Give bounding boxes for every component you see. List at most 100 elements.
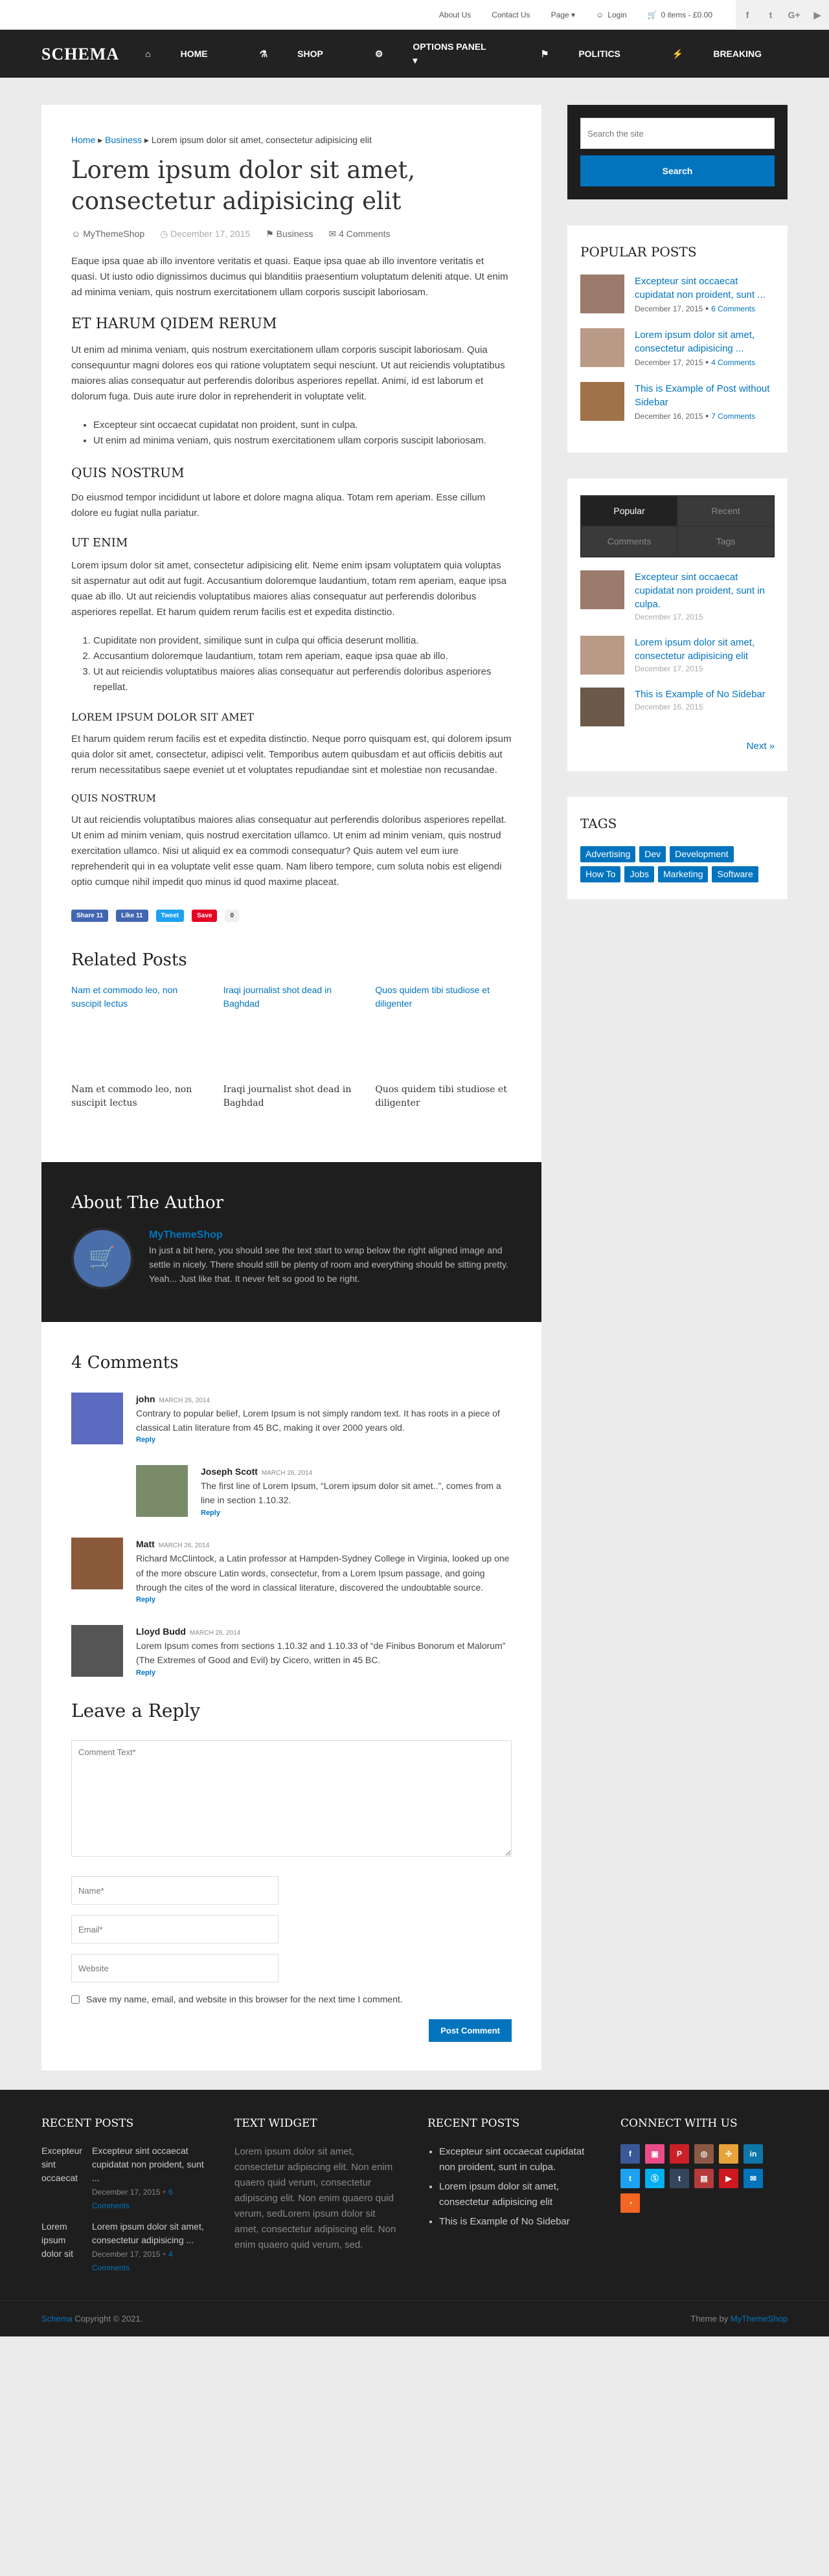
tab-tags[interactable]: Tags <box>677 526 774 557</box>
reply-link[interactable]: Reply <box>136 1668 512 1679</box>
breadcrumb-category[interactable]: Business <box>105 135 142 145</box>
tab-bar: Popular Recent Comments Tags <box>580 495 775 557</box>
post-link[interactable]: Excepteur sint occaecat cupidatat non pr… <box>439 2144 595 2175</box>
email-field[interactable] <box>71 1915 278 1944</box>
tag-link[interactable]: Development <box>670 846 734 862</box>
email-icon[interactable]: ✉ <box>744 2168 763 2188</box>
name-field[interactable] <box>71 1876 278 1905</box>
copyright-brand-link[interactable]: Schema <box>41 2314 73 2324</box>
footer-text: Lorem ipsum dolor sit amet, consectetur … <box>234 2145 396 2250</box>
post-comment-button[interactable]: Post Comment <box>429 2019 512 2043</box>
tag-link[interactable]: Advertising <box>580 846 636 862</box>
author-name[interactable]: MyThemeShop <box>149 1227 512 1243</box>
post-link[interactable]: Lorem ipsum dolor sit amet, consectetur … <box>635 636 775 663</box>
related-post-link[interactable]: Nam et commodo leo, non suscipit lectus <box>71 983 208 1068</box>
dribbble-icon[interactable]: ▣ <box>645 2144 664 2164</box>
post-comments-count[interactable]: ✉ 4 Comments <box>328 227 390 241</box>
yelp-icon[interactable]: ✣ <box>719 2144 738 2164</box>
facebook-icon[interactable]: f <box>620 2144 640 2164</box>
facebook-icon[interactable]: f <box>736 0 759 30</box>
tag-link[interactable]: Jobs <box>624 866 655 882</box>
breadcrumb-home[interactable]: Home <box>71 135 95 145</box>
post-thumbnail[interactable] <box>580 688 624 726</box>
cart-link[interactable]: 🛒 0 items - £0.00 <box>648 9 712 21</box>
top-nav-about[interactable]: About Us <box>439 9 471 21</box>
theme-credit-link[interactable]: MyThemeShop <box>731 2314 788 2324</box>
twitter-icon[interactable]: t <box>759 0 782 30</box>
comment-text: Lorem Ipsum comes from sections 1.10.32 … <box>136 1640 506 1666</box>
twitter-icon[interactable]: t <box>620 2168 640 2188</box>
youtube-icon[interactable]: ▶ <box>806 0 829 30</box>
post-link[interactable]: Lorem ipsum dolor sit amet, consectetur … <box>92 2220 209 2247</box>
tag-link[interactable]: Software <box>712 866 758 882</box>
post-thumbnail[interactable] <box>580 636 624 675</box>
tag-link[interactable]: Dev <box>639 846 666 862</box>
post-thumbnail[interactable] <box>580 328 624 367</box>
share-buttons: Share 11 Like 11 Tweet Save 0 <box>71 909 512 922</box>
post-link[interactable]: Excepteur sint occaecat cupidatat non pr… <box>92 2144 209 2185</box>
site-logo[interactable]: SCHEMA <box>41 41 119 67</box>
post-link[interactable]: Excepteur sint occaecat cupidatat non pr… <box>635 274 775 302</box>
post-thumbnail-alt[interactable]: Lorem ipsum dolor sit amet, consectetur <box>41 2220 87 2261</box>
related-posts: Related Posts Nam et commodo leo, non su… <box>71 948 512 1134</box>
top-nav-contact[interactable]: Contact Us <box>492 9 530 21</box>
comment: Lloyd Budd MARCH 26, 2014 Lorem Ipsum com… <box>71 1624 512 1679</box>
linkedin-icon[interactable]: in <box>744 2144 763 2164</box>
post-author[interactable]: ☺ MyThemeShop <box>71 227 144 241</box>
theme-credit: Theme by MyThemeShop <box>690 2313 788 2324</box>
related-post-link[interactable]: Quos quidem tibi studiose et diligenter <box>375 983 512 1068</box>
post-comments[interactable]: 4 Comments <box>711 358 755 367</box>
post-link[interactable]: Lorem ipsum dolor sit amet, consectetur … <box>439 2179 595 2210</box>
google-plus-icon[interactable]: G+ <box>782 0 806 30</box>
pinterest-icon[interactable]: P <box>670 2144 689 2164</box>
post-comments[interactable]: 6 Comments <box>711 304 755 313</box>
consent-checkbox[interactable] <box>71 1995 80 2004</box>
search-button[interactable]: Search <box>580 155 775 186</box>
post-link[interactable]: Excepteur sint occaecat cupidatat non pr… <box>635 570 775 611</box>
nav-breaking[interactable]: ⚡ Breaking <box>646 40 788 67</box>
post-link[interactable]: This is Example of Post without Sidebar <box>635 382 775 409</box>
login-link[interactable]: ☺ Login <box>596 9 627 21</box>
post-comments[interactable]: 7 Comments <box>711 412 755 421</box>
comments-section: 4 Comments john MARCH 26, 2014 Contrary t… <box>41 1321 541 2071</box>
reply-link[interactable]: Reply <box>201 1508 512 1519</box>
comment-textarea[interactable] <box>71 1740 512 1857</box>
search-input[interactable] <box>580 118 775 149</box>
rss-icon[interactable]: ◔ <box>620 2193 640 2213</box>
flickr-icon[interactable]: ▤ <box>694 2168 714 2188</box>
tag-link[interactable]: How To <box>580 866 621 882</box>
tag-link[interactable]: Marketing <box>658 866 709 882</box>
tab-recent[interactable]: Recent <box>677 496 774 526</box>
instagram-icon[interactable]: ◎ <box>694 2144 714 2164</box>
website-field[interactable] <box>71 1954 278 1983</box>
post-thumbnail-alt[interactable]: Excepteur sint occaecat cupidatat non <box>41 2144 87 2186</box>
related-post-link[interactable]: Iraqi journalist shot dead in Baghdad <box>223 983 360 1068</box>
pinterest-save-button[interactable]: Save <box>192 909 218 922</box>
post-link[interactable]: Lorem ipsum dolor sit amet, consectetur … <box>635 328 775 355</box>
post-thumbnail[interactable] <box>580 570 624 609</box>
sidebar: Search Popular Posts Excepteur sint occa… <box>567 105 788 925</box>
tab-comments[interactable]: Comments <box>581 526 677 557</box>
reply-link[interactable]: Reply <box>136 1595 512 1606</box>
bolt-icon: ⚡ <box>672 48 684 59</box>
list-item: This is Example of Post without Sidebar D… <box>580 382 775 423</box>
nav-options-panel[interactable]: ⚙ Options Panel ▾ <box>349 40 515 67</box>
next-link[interactable]: Next » <box>580 739 775 754</box>
skype-icon[interactable]: Ⓢ <box>645 2168 664 2188</box>
tab-popular[interactable]: Popular <box>581 496 677 526</box>
youtube-icon[interactable]: ▶ <box>719 2168 738 2188</box>
post-link[interactable]: This is Example of No Sidebar <box>439 2214 595 2230</box>
facebook-like-button[interactable]: Like 11 <box>116 909 148 922</box>
tumblr-icon[interactable]: t <box>670 2168 689 2188</box>
nav-home[interactable]: ⌂ Home <box>119 40 233 67</box>
post-thumbnail[interactable] <box>580 382 624 421</box>
nav-shop[interactable]: ⚗ Shop <box>234 40 349 67</box>
post-link[interactable]: This is Example of No Sidebar <box>635 688 766 701</box>
reply-link[interactable]: Reply <box>136 1435 512 1446</box>
nav-politics[interactable]: ⚑ Politics <box>515 40 646 67</box>
facebook-share-button[interactable]: Share 11 <box>71 909 109 922</box>
tweet-button[interactable]: Tweet <box>155 909 185 922</box>
post-category[interactable]: ⚑ Business <box>266 227 313 241</box>
top-nav-page[interactable]: Page ▾ <box>551 9 575 21</box>
post-thumbnail[interactable] <box>580 274 624 313</box>
